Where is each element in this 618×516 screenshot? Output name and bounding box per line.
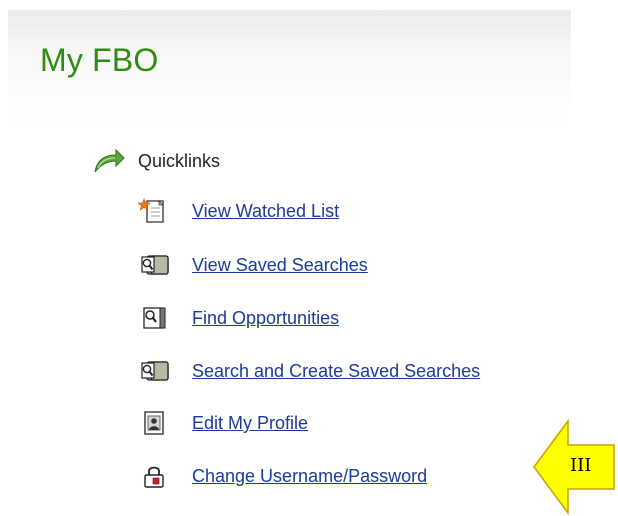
view-watched-list-link[interactable]: View Watched List	[192, 201, 339, 222]
create-saved-searches-icon	[138, 358, 172, 384]
change-username-password-link[interactable]: Change Username/Password	[192, 466, 427, 487]
saved-searches-icon	[138, 252, 172, 278]
find-opportunities-link[interactable]: Find Opportunities	[192, 308, 339, 329]
page-title: My FBO	[40, 42, 159, 78]
search-and-create-saved-searches-link[interactable]: Search and Create Saved Searches	[192, 361, 480, 382]
find-opportunities-icon	[138, 305, 172, 331]
green-arrow-icon	[92, 148, 126, 174]
view-saved-searches-link[interactable]: View Saved Searches	[192, 255, 368, 276]
profile-icon	[138, 410, 172, 436]
edit-my-profile-link[interactable]: Edit My Profile	[192, 413, 308, 434]
lock-icon	[138, 463, 172, 489]
quicklinks-label: Quicklinks	[138, 151, 221, 171]
annotation-label: III	[570, 455, 592, 476]
myfbo-panel	[8, 10, 571, 472]
watched-list-icon	[137, 198, 172, 224]
